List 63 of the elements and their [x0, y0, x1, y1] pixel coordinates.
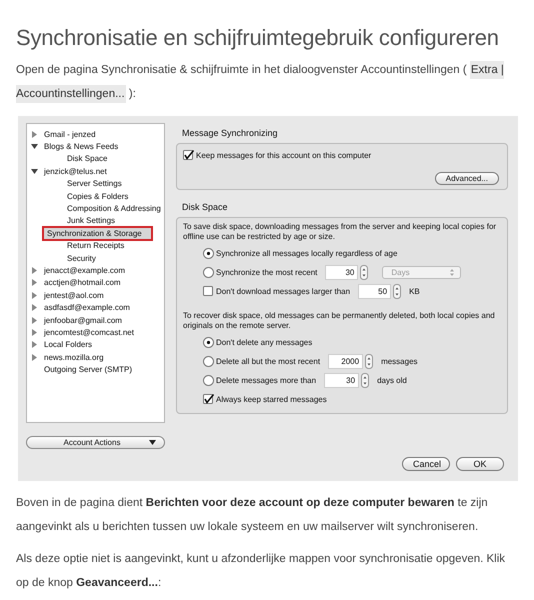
tree-item[interactable]: Copies & Folders: [27, 190, 164, 202]
page-title: Synchronisatie en schijfruimtegebruik configureren: [16, 24, 500, 52]
tree-item[interactable]: jentest@aol.com: [27, 289, 164, 302]
radio-label: Delete messages more than: [216, 376, 316, 385]
number-field[interactable]: 30: [325, 265, 358, 280]
stepper[interactable]: [365, 354, 374, 369]
account-actions-button[interactable]: Account Actions: [26, 436, 165, 449]
checkbox-label: Keep messages for this account on this computer: [196, 150, 372, 160]
tree-item[interactable]: Outgoing Server (SMTP): [27, 363, 164, 376]
tree-item[interactable]: Synchronization & Storage: [43, 227, 152, 240]
radio-label: Delete all but the most recent: [216, 357, 320, 366]
tree-item[interactable]: news.mozilla.org: [27, 351, 164, 364]
collapsed-arrow-icon[interactable]: [31, 130, 38, 138]
tree-item[interactable]: Security: [27, 252, 164, 264]
stepper[interactable]: [393, 284, 402, 299]
number-field[interactable]: 50: [358, 284, 392, 299]
radio-button[interactable]: [203, 267, 214, 278]
radio-button[interactable]: [203, 375, 214, 386]
radio-button[interactable]: [203, 337, 214, 348]
tree-item[interactable]: jencomtest@comcast.net: [27, 326, 164, 339]
checkbox[interactable]: [183, 150, 194, 160]
radio-button[interactable]: [203, 356, 214, 367]
number-field[interactable]: 30: [324, 373, 360, 388]
tree-item[interactable]: acctjen@hotmail.com: [27, 276, 164, 290]
tree-item[interactable]: asdfasdf@example.com: [27, 301, 164, 314]
body-text: Als deze optie niet is aangevinkt, kunt u afzonderlijke mappen voor synchronisatie opgeven. Klik op de knop Geavanceerd...:: [16, 552, 506, 591]
updown-icon: [449, 268, 456, 277]
expanded-arrow-icon[interactable]: [31, 143, 38, 150]
tree-item[interactable]: jenfoobar@gmail.com: [27, 314, 164, 326]
advanced-button[interactable]: Advanced...: [434, 172, 499, 185]
tree-item[interactable]: Blogs & News Feeds: [27, 140, 164, 153]
dialog-button[interactable]: Cancel: [402, 457, 450, 471]
checkbox[interactable]: [203, 286, 214, 297]
radio-label: Synchronize all messages locally regardless of age: [216, 249, 398, 258]
description-text: To recover disk space, old messages can be permanently deleted, both local copies and originals on the remote server.: [183, 311, 496, 331]
unit-label: days old: [377, 376, 407, 385]
checkbox-label: Don't download messages larger than: [216, 287, 350, 296]
stepper[interactable]: [361, 373, 370, 388]
radio-label: Don't delete any messages: [216, 338, 312, 347]
tree-item[interactable]: jenacct@example.com: [27, 264, 164, 277]
tree-item[interactable]: Server Settings: [27, 178, 164, 190]
checkbox[interactable]: [203, 394, 214, 405]
dropdown-arrow-icon: [149, 440, 156, 445]
expanded-arrow-icon[interactable]: [31, 168, 38, 175]
tree-item[interactable]: jenzick@telus.net: [27, 165, 164, 178]
tree-item[interactable]: Return Receipts: [27, 240, 164, 252]
section-title: Disk Space: [181, 202, 229, 214]
unit-label: KB: [409, 287, 420, 296]
body-text: Boven in de pagina dient Berichten voor deze account op deze computer bewaren te zijn aangevinkt als u berichten tussen uw lokale systeem en uw mailserver wilt synchroniseren.: [16, 496, 489, 535]
checkbox-label: Always keep starred messages: [216, 395, 327, 404]
radio-label: Synchronize the most recent: [216, 268, 318, 277]
tree-item[interactable]: Composition & Addressing: [27, 202, 164, 215]
description-text: To save disk space, downloading messages from the server and keeping local copies for offline use can be restricted by age or size.: [183, 222, 498, 242]
stepper[interactable]: [360, 265, 368, 280]
section-title: Message Synchronizing: [181, 128, 279, 140]
tree-item[interactable]: Gmail - jenzed: [27, 128, 164, 140]
tree-item[interactable]: Local Folders: [27, 338, 164, 352]
dialog-button[interactable]: OK: [456, 457, 504, 471]
tree-item[interactable]: Disk Space: [27, 152, 164, 166]
radio-button[interactable]: [203, 248, 214, 259]
unit-label: messages: [381, 357, 418, 366]
number-field[interactable]: 2000: [328, 354, 364, 369]
tree-item[interactable]: Junk Settings: [27, 214, 164, 228]
